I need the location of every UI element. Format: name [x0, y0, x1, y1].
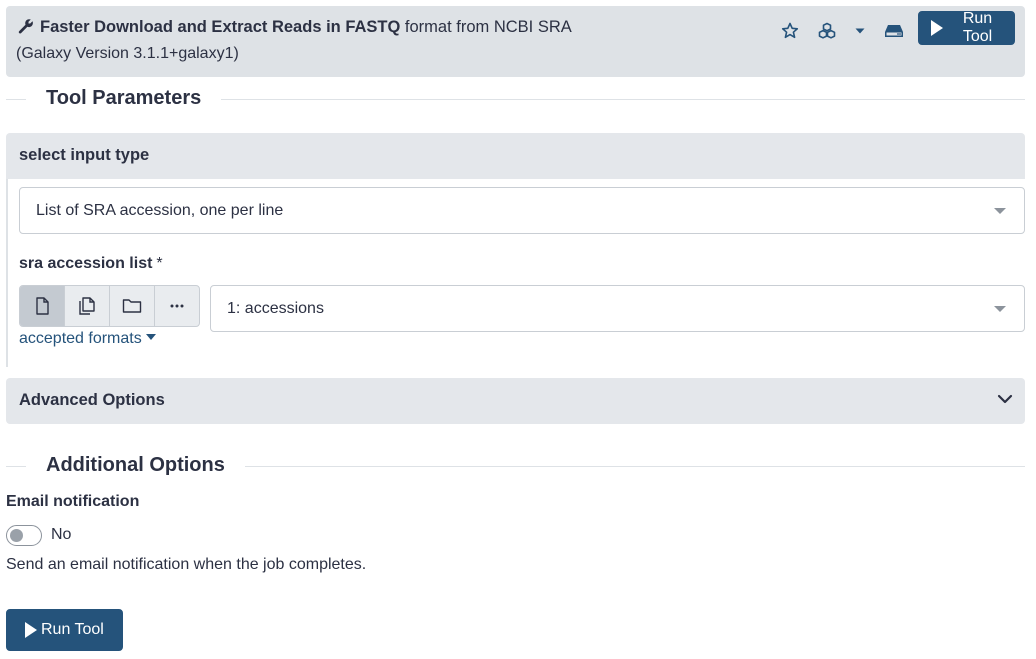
- tool-version: (Galaxy Version 3.1.1+galaxy1): [16, 45, 239, 62]
- accession-list-label: sra accession list *: [19, 255, 163, 273]
- email-toggle-state: No: [51, 526, 72, 543]
- email-notification-toggle[interactable]: [6, 525, 42, 546]
- accepted-formats-link[interactable]: accepted formats: [19, 330, 156, 348]
- chevron-down-icon: [994, 305, 1006, 312]
- single-dataset-button[interactable]: [20, 286, 65, 326]
- tool-title-name: Faster Download and Extract Reads in FAS…: [40, 18, 401, 36]
- email-notification-label: Email notification: [6, 493, 140, 510]
- hdd-icon[interactable]: [881, 18, 907, 44]
- play-icon: [931, 20, 943, 36]
- chevron-down-icon: [997, 392, 1013, 410]
- tool-header: Faster Download and Extract Reads in FAS…: [6, 6, 1025, 77]
- file-icon: [36, 297, 49, 315]
- play-icon: [25, 622, 37, 638]
- tool-parameters-heading: Tool Parameters: [26, 87, 222, 110]
- additional-options-heading: Additional Options: [26, 454, 245, 477]
- star-icon[interactable]: [777, 18, 803, 44]
- toggle-knob: [10, 529, 23, 542]
- input-type-label: select input type: [19, 146, 150, 164]
- tool-title-desc: format from NCBI SRA: [400, 18, 572, 36]
- run-tool-label: Run Tool: [962, 10, 993, 45]
- run-tool-button-bottom[interactable]: Run Tool: [6, 609, 123, 651]
- dataset-collection-button[interactable]: [110, 286, 155, 326]
- accession-list-label-text: sra accession list: [19, 255, 153, 272]
- accepted-formats-text: accepted formats: [19, 330, 142, 347]
- accession-list-value: 1: accessions: [227, 299, 324, 317]
- files-icon: [79, 297, 95, 315]
- input-type-select[interactable]: List of SRA accession, one per line: [19, 187, 1025, 234]
- input-type-header: select input type: [6, 133, 1025, 179]
- tool-title: Faster Download and Extract Reads in FAS…: [18, 18, 572, 39]
- caret-down-icon: [145, 334, 156, 340]
- advanced-options-toggle[interactable]: Advanced Options: [6, 378, 1025, 424]
- input-type-value: List of SRA accession, one per line: [36, 201, 284, 219]
- folder-icon: [122, 299, 142, 313]
- ellipsis-icon: [170, 304, 184, 308]
- accession-list-select[interactable]: 1: accessions: [210, 285, 1025, 332]
- dataset-mode-buttons: [19, 285, 200, 327]
- run-tool-label: Run Tool: [41, 621, 104, 638]
- more-options-button[interactable]: [155, 286, 199, 326]
- required-mark: *: [156, 255, 163, 272]
- email-help-text: Send an email notification when the job …: [6, 556, 367, 573]
- cubes-icon[interactable]: [814, 18, 840, 44]
- conditional-border: [6, 179, 8, 367]
- wrench-icon: [18, 18, 34, 39]
- multiple-datasets-button[interactable]: [65, 286, 110, 326]
- advanced-options-label: Advanced Options: [19, 391, 165, 409]
- chevron-down-icon: [994, 207, 1006, 214]
- caret-down-icon[interactable]: [847, 18, 873, 44]
- run-tool-button-top[interactable]: Run Tool: [918, 10, 1015, 45]
